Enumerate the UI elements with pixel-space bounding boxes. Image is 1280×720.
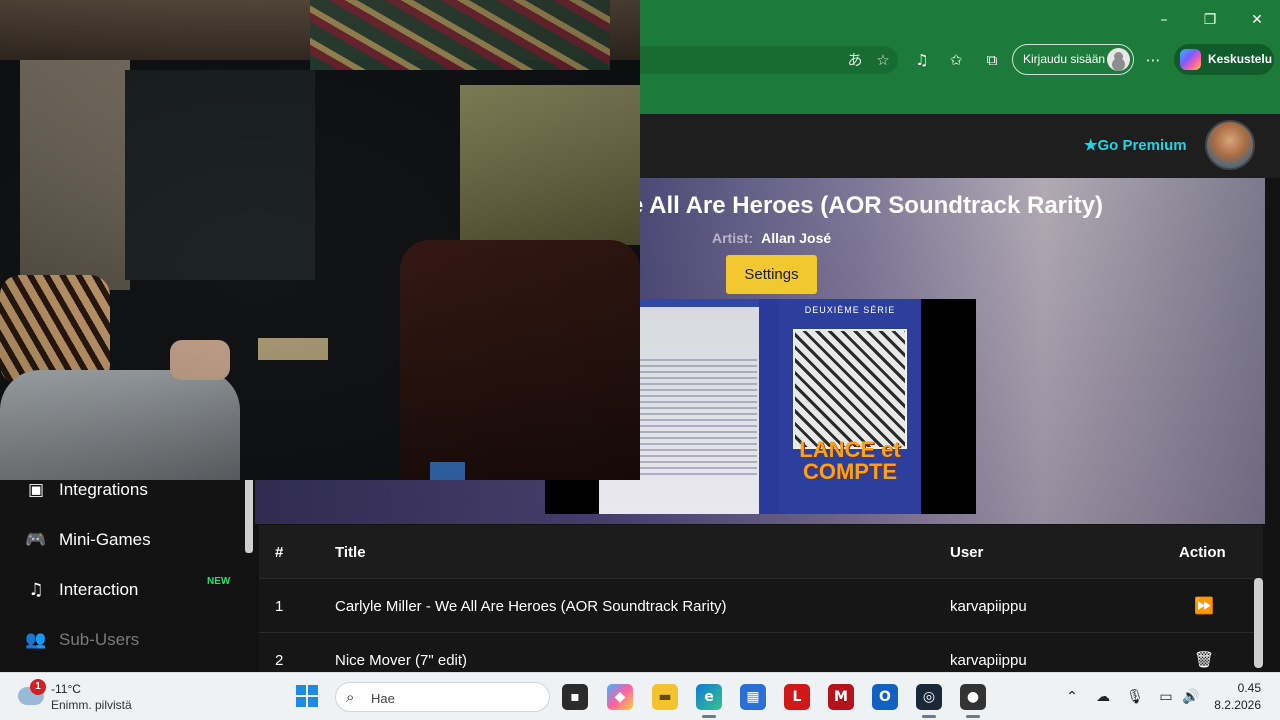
edge-browser-icon[interactable]: e [696,684,722,710]
user-avatar[interactable] [1205,120,1255,170]
signin-label: Kirjaudu sisään [1023,52,1106,66]
active-app-indicator [702,715,716,718]
signin-button[interactable]: Kirjaudu sisään [1012,44,1134,75]
gamepad-icon: 🎮 [25,530,47,550]
cover-spine [759,299,779,514]
clock-time[interactable]: 0.45 [1221,681,1261,695]
desktop-screen: – ❐ ✕ あ ☆ ♫ ✩ ⧉ Kirjaudu sisään ⋯ Keskus… [0,0,1280,720]
active-app-indicator [922,715,936,718]
temperature: -11°C [51,682,81,696]
lastpass-icon[interactable]: L [784,684,810,710]
webcam-shade [0,0,640,480]
settings-button[interactable]: Settings [726,255,817,294]
skip-icon[interactable]: ⏩ [1193,596,1215,616]
table-row: 1 Carlyle Miller - We All Are Heroes (AO… [259,579,1263,633]
go-premium-link[interactable]: ★Go Premium [1084,136,1187,154]
artist-label: Artist: [712,230,754,246]
taskbar: 1 -11°C Enimm. pilvistä ⌕ Hae ▪ ◆ ▬ e ▦ … [0,672,1280,720]
notification-badge: 1 [30,679,46,695]
webcam-overlay [0,0,640,480]
minimize-button[interactable]: – [1152,8,1176,32]
address-bar[interactable]: あ ☆ [640,46,898,74]
row-user: karvapiippu [950,598,1027,615]
trash-icon[interactable]: 🗑 [1193,650,1215,670]
speaker-icon[interactable]: 🔊 [1181,687,1201,707]
logo-square [296,697,306,707]
row-user: karvapiippu [950,652,1027,669]
page-scrollbar[interactable] [1254,578,1263,668]
windows-start-icon[interactable] [296,685,318,707]
microphone-icon[interactable]: 🎙 [1125,687,1145,707]
row-title: Nice Mover (7" edit) [335,652,468,669]
chat-label: Keskustelu [1208,52,1273,66]
network-icon[interactable]: ▭ [1156,687,1176,707]
premium-label: Go Premium [1097,137,1187,154]
cover-series: DEUXIÈME SÉRIE [804,305,896,315]
weather-description: Enimm. pilvistä [51,698,132,712]
logo-square [308,697,318,707]
logo-square [308,685,318,695]
new-badge: NEW [207,576,231,587]
title-bar: – ❐ ✕ [640,0,1280,40]
close-button[interactable]: ✕ [1245,8,1269,32]
cover-logo: LANCE et COMPTE [799,437,901,484]
translate-icon[interactable]: あ [844,50,866,70]
restore-button[interactable]: ❐ [1198,8,1222,32]
sidebar-item-label: Sub-Users [59,630,140,649]
row-number: 2 [275,652,284,669]
taskbar-search[interactable]: ⌕ Hae [335,682,550,712]
artist-name: Allan José [761,230,832,246]
column-header: Action [1179,544,1226,561]
users-icon: 👥 [25,630,47,650]
copilot-icon[interactable]: ◆ [607,684,633,710]
mcafee-icon[interactable]: M [828,684,854,710]
search-placeholder: Hae [371,691,395,706]
sidebar-item-mini-games[interactable]: 🎮 Mini-Games [25,526,235,554]
steam-icon[interactable]: ◎ [916,684,942,710]
onedrive-icon[interactable]: ☁ [1093,687,1113,707]
table-row: 2 Nice Mover (7" edit) karvapiippu 🗑 [259,633,1263,672]
cover-front: DEUXIÈME SÉRIE LANCE et COMPTE [779,299,921,514]
store-icon[interactable]: ▦ [740,684,766,710]
copilot-chat-button[interactable]: Keskustelu [1174,44,1274,75]
file-explorer-icon[interactable]: ▬ [652,684,678,710]
sidebar-item-interaction[interactable]: ♫ Interaction [25,576,235,604]
column-header: # [275,544,284,561]
sidebar-item-label: Integrations [59,480,148,499]
chat-bubble-icon: ▣ [27,480,45,500]
music-app-icon[interactable]: ♫ [910,49,934,71]
weather-widget[interactable]: 1 -11°C Enimm. pilvistä [18,679,158,715]
song-title: e All Are Heroes (AOR Soundtrack Rarity) [630,192,1104,219]
more-menu-icon[interactable]: ⋯ [1141,49,1165,71]
active-app-indicator [966,715,980,718]
sidebar-item-label: Interaction [59,580,139,599]
outlook-icon[interactable]: O [872,684,898,710]
task-view-icon[interactable]: ▪ [562,684,588,710]
clock-date[interactable]: 8.2.2026 [1200,698,1261,712]
obs-icon[interactable]: ● [960,684,986,710]
music-note-icon: ♫ [28,580,44,600]
favorites-icon[interactable]: ✩ [944,49,968,71]
sidebar-item-integrations[interactable]: ▣ Integrations [25,476,235,504]
sidebar-item-label: Mini-Games [59,530,151,549]
logo-square [296,685,306,695]
collections-icon[interactable]: ⧉ [980,49,1004,71]
profile-icon [1107,48,1130,71]
sidebar-item-sub-users[interactable]: 👥 Sub-Users [25,626,235,654]
cover-photo [793,329,907,449]
search-icon: ⌕ [346,688,355,706]
copilot-icon [1180,49,1201,70]
artist-row: Artist: Allan José [712,230,831,246]
favorite-star-icon[interactable]: ☆ [872,50,894,70]
chevron-up-icon[interactable]: ⌃ [1062,687,1082,707]
row-title: Carlyle Miller - We All Are Heroes (AOR … [335,598,727,615]
column-header: User [950,544,984,561]
star-icon: ★ [1084,137,1098,154]
column-header: Title [335,544,366,561]
row-number: 1 [275,598,284,615]
song-queue-table: # Title User Action 1 Carlyle Miller - W… [259,525,1263,672]
table-header: # Title User Action [259,525,1263,579]
